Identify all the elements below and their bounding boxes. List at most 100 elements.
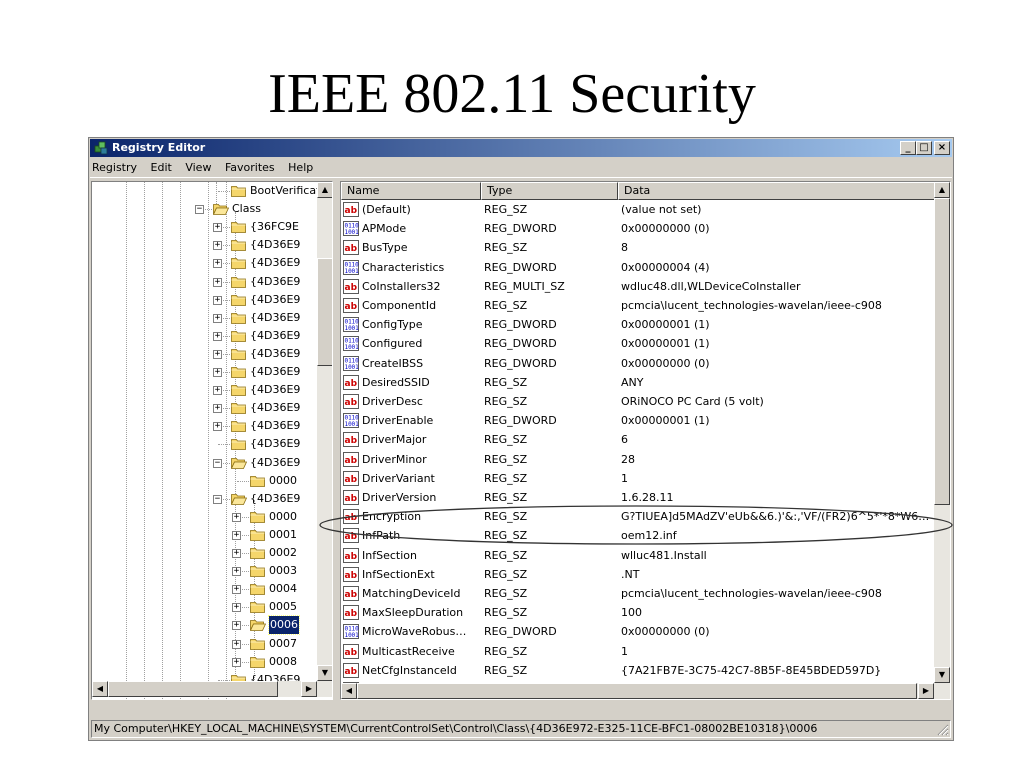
minimize-button[interactable]: _ xyxy=(900,141,916,155)
tree-scroll-up-button[interactable]: ▲ xyxy=(317,182,332,198)
expand-plus-icon[interactable]: + xyxy=(213,422,222,432)
value-row[interactable]: ab DriverDesc REG_SZ ORiNOCO PC Card (5 vol… xyxy=(341,392,935,411)
expand-plus-icon[interactable]: + xyxy=(232,530,241,540)
tree-node[interactable]: + {4D36E9 xyxy=(92,236,317,254)
tree-horizontal-scrollbar[interactable]: ◀ ▶ xyxy=(92,681,332,697)
tree-node[interactable]: +0002 xyxy=(92,544,317,562)
value-row[interactable]: 01 10 10 01 ConfigType REG_DWORD 0x00000001 (1… xyxy=(341,315,935,334)
value-row[interactable]: ab DesiredSSID REG_SZ ANY xyxy=(341,373,935,392)
title-bar[interactable]: Registry Editor _ □ × xyxy=(90,139,952,157)
value-row[interactable]: ab MulticastReceive REG_SZ 1 xyxy=(341,642,935,661)
column-header-name[interactable]: Name xyxy=(341,182,481,200)
values-scroll-thumb[interactable] xyxy=(934,198,950,505)
expand-plus-icon[interactable]: + xyxy=(213,404,222,414)
resize-grip-icon[interactable] xyxy=(937,724,949,736)
tree-node[interactable]: +0007 xyxy=(92,635,317,653)
values-scroll-left-button[interactable]: ◀ xyxy=(341,683,357,699)
value-row[interactable]: ab DriverVersion REG_SZ 1.6.28.11 xyxy=(341,488,935,507)
collapse-minus-icon[interactable]: − xyxy=(195,205,204,215)
expand-plus-icon[interactable]: + xyxy=(213,331,222,341)
menu-favorites[interactable]: Favorites xyxy=(220,158,280,177)
expand-plus-icon[interactable]: + xyxy=(232,585,241,595)
expand-plus-icon[interactable]: + xyxy=(213,368,222,377)
tree-node[interactable]: − {4D36E9 xyxy=(92,490,317,508)
tree-node[interactable]: + {4D36E9 xyxy=(92,273,317,291)
tree-node[interactable]: +0005 xyxy=(92,598,317,616)
tree-vertical-scrollbar[interactable]: ▲ ▼ xyxy=(317,182,332,681)
tree-node[interactable]: +0000 xyxy=(92,508,317,526)
tree-node[interactable]: + {4D36E9 xyxy=(92,309,317,327)
value-row[interactable]: 01 10 10 01 Characteristics REG_DWORD 0x000000… xyxy=(341,258,935,277)
values-horizontal-scrollbar[interactable]: ◀ ▶ xyxy=(341,683,950,699)
tree-scroll-right-button[interactable]: ▶ xyxy=(301,681,317,697)
tree-node[interactable]: + {4D36E9 xyxy=(92,363,317,381)
tree-node[interactable]: − {4D36E9 xyxy=(92,454,317,472)
expand-plus-icon[interactable]: + xyxy=(213,313,222,323)
tree-hscroll-thumb[interactable] xyxy=(108,681,278,697)
expand-plus-icon[interactable]: + xyxy=(232,549,241,558)
tree-node[interactable]: + {36FC9E xyxy=(92,218,317,236)
tree-node[interactable]: +0006 xyxy=(92,615,317,636)
tree-node[interactable]: + {4D36E9 xyxy=(92,345,317,363)
tree-node[interactable]: + {4D36E9 xyxy=(92,381,317,399)
tree-scroll-down-button[interactable]: ▼ xyxy=(317,665,332,681)
value-row[interactable]: ab MatchingDeviceId REG_SZ pcmcia\lucent_te… xyxy=(341,584,935,603)
tree-node[interactable]: +0003 xyxy=(92,562,317,580)
expand-plus-icon[interactable]: + xyxy=(232,621,241,631)
expand-plus-icon[interactable]: + xyxy=(213,241,222,251)
expand-plus-icon[interactable]: + xyxy=(213,259,222,269)
tree-node[interactable]: {4D36E9 xyxy=(92,435,317,453)
tree-node[interactable]: BootVerificat xyxy=(92,182,317,200)
value-row[interactable]: ab InfSectionExt REG_SZ .NT xyxy=(341,565,935,584)
value-row[interactable]: ab Encryption REG_SZ G?TIUEA]d5MAdZV'eUb&&6… xyxy=(341,507,935,526)
menu-help[interactable]: Help xyxy=(283,158,318,177)
value-row[interactable]: ab MaxSleepDuration REG_SZ 100 xyxy=(341,603,935,622)
tree-node[interactable]: 0000 xyxy=(92,472,317,490)
expand-plus-icon[interactable]: + xyxy=(213,277,222,287)
value-row[interactable]: ab BusType REG_SZ 8 xyxy=(341,238,935,257)
tree-node[interactable]: + {4D36E9 xyxy=(92,417,317,435)
column-header-data[interactable]: Data xyxy=(618,182,935,200)
value-row[interactable]: 01 10 10 01 APMode REG_DWORD 0x00000000 (0) xyxy=(341,219,935,238)
expand-plus-icon[interactable]: + xyxy=(213,223,222,233)
maximize-button[interactable]: □ xyxy=(916,141,932,155)
tree-node[interactable]: +0001 xyxy=(92,526,317,544)
value-row[interactable]: ab ComponentId REG_SZ pcmcia\lucent_technol… xyxy=(341,296,935,315)
tree-node[interactable]: + {4D36E9 xyxy=(92,399,317,417)
close-button[interactable]: × xyxy=(934,141,950,155)
menu-registry[interactable]: Registry xyxy=(90,158,142,177)
collapse-minus-icon[interactable]: − xyxy=(213,458,222,468)
expand-plus-icon[interactable]: + xyxy=(232,567,241,577)
value-row[interactable]: ab DriverMinor REG_SZ 28 xyxy=(341,450,935,469)
values-scroll-right-button[interactable]: ▶ xyxy=(918,683,934,699)
value-row[interactable]: ab NetCfgInstanceId REG_SZ {7A21FB7E-3C75-4… xyxy=(341,661,935,680)
expand-plus-icon[interactable]: + xyxy=(232,512,241,522)
menu-edit[interactable]: Edit xyxy=(146,158,177,177)
tree-node[interactable]: +0004 xyxy=(92,580,317,598)
expand-plus-icon[interactable]: + xyxy=(213,349,222,359)
values-hscroll-thumb[interactable] xyxy=(357,683,917,699)
collapse-minus-icon[interactable]: − xyxy=(213,494,222,504)
menu-view[interactable]: View xyxy=(180,158,216,177)
column-header-type[interactable]: Type xyxy=(481,182,618,200)
tree-node[interactable]: +0008 xyxy=(92,653,317,671)
value-row[interactable]: ab InfSection REG_SZ wlluc481.Install xyxy=(341,546,935,565)
expand-plus-icon[interactable]: + xyxy=(232,603,241,613)
values-vertical-scrollbar[interactable]: ▲ ▼ xyxy=(934,182,950,683)
value-row[interactable]: ab DriverVariant REG_SZ 1 xyxy=(341,469,935,488)
tree-node[interactable]: + {4D36E9 xyxy=(92,327,317,345)
value-row[interactable]: ab DriverMajor REG_SZ 6 xyxy=(341,430,935,449)
expand-plus-icon[interactable]: + xyxy=(213,386,222,396)
value-row[interactable]: 01 10 10 01 CreateIBSS REG_DWORD 0x00000000 (0… xyxy=(341,354,935,373)
values-scroll-up-button[interactable]: ▲ xyxy=(934,182,950,198)
tree-node[interactable]: − Class xyxy=(92,200,317,218)
value-row[interactable]: ab (Default) REG_SZ (value not set) xyxy=(341,200,935,219)
tree-scroll-left-button[interactable]: ◀ xyxy=(92,681,108,697)
value-row[interactable]: 01 10 10 01 MicroWaveRobus… REG_DWORD 0x000000… xyxy=(341,622,935,641)
value-row[interactable]: 01 10 10 01 Configured REG_DWORD 0x00000001 (1… xyxy=(341,334,935,353)
expand-plus-icon[interactable]: + xyxy=(232,657,241,667)
tree-node[interactable]: + {4D36E9 xyxy=(92,291,317,309)
value-row[interactable]: ab CoInstallers32 REG_MULTI_SZ wdluc48.dll,… xyxy=(341,277,935,296)
values-scroll-down-button[interactable]: ▼ xyxy=(934,667,950,683)
expand-plus-icon[interactable]: + xyxy=(232,639,241,649)
